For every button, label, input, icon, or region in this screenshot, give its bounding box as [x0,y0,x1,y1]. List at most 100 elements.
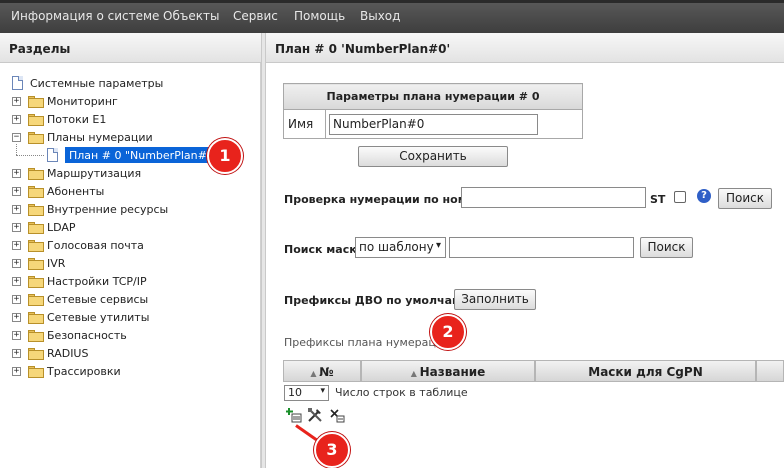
tree-item-label: Голосовая почта [47,239,144,252]
check-number-label: Проверка нумерации по номеру [284,193,490,206]
pane-splitter[interactable] [261,33,266,468]
tree-root-label: Системные параметры [30,77,164,90]
folder-icon [28,258,44,270]
expand-icon[interactable]: + [12,169,21,178]
collapse-icon[interactable]: − [12,133,21,142]
expand-icon[interactable]: + [12,115,21,124]
sections-title: Разделы [9,42,71,56]
tree-item-monitoring[interactable]: + Мониторинг [10,92,250,110]
params-table-header: Параметры плана нумерации # 0 [283,83,583,110]
prefixes-title: Префиксы плана нумерации [284,336,451,349]
check-search-button[interactable]: Поиск [718,188,772,209]
expand-icon[interactable]: + [12,97,21,106]
tree-item-label: LDAP [47,221,76,234]
dvo-prefixes-label: Префиксы ДВО по умолчанию [284,294,479,307]
column-cgpn-label: Маски для CgPN [588,365,703,379]
tree-item-ldap[interactable]: + LDAP [10,218,250,236]
mask-mode-value: по шаблону [359,240,434,254]
fill-button[interactable]: Заполнить [454,289,536,310]
menu-system-info[interactable]: Информация о системе [11,9,159,23]
expand-icon[interactable]: + [12,205,21,214]
tree-item-label: Настройки TCP/IP [47,275,147,288]
add-row-icon[interactable] [286,407,302,423]
folder-icon [28,294,44,306]
tree-item-label: Внутренние ресурсы [47,203,169,216]
tree-item-label: Безопасность [47,329,127,342]
check-number-input[interactable] [461,187,646,208]
tree-item-network-services[interactable]: + Сетевые сервисы [10,290,250,308]
column-number-label: № [319,365,334,379]
menu-exit[interactable]: Выход [360,9,400,23]
plan-name-input[interactable]: NumberPlan#0 [329,114,538,135]
st-checkbox[interactable] [674,191,686,203]
folder-icon [28,114,44,126]
tree-item-tracing[interactable]: + Трассировки [10,362,250,380]
sections-header: Разделы [0,33,261,63]
tree-item-internal-resources[interactable]: + Внутренние ресурсы [10,200,250,218]
tree-item-label: RADIUS [47,347,89,360]
tree-item-ivr[interactable]: + IVR [10,254,250,272]
chevron-down-icon: ▾ [435,240,441,251]
rows-per-page-select[interactable]: 10 ▾ [284,385,329,401]
expand-icon[interactable]: + [12,367,21,376]
folder-icon [28,348,44,360]
menu-service[interactable]: Сервис [233,9,278,23]
column-extra[interactable] [756,360,784,382]
folder-icon [28,222,44,234]
expand-icon[interactable]: + [12,223,21,232]
expand-icon[interactable]: + [12,277,21,286]
tree-item-network-utils[interactable]: + Сетевые утилиты [10,308,250,326]
mask-search-button[interactable]: Поиск [640,237,693,258]
folder-icon [28,276,44,288]
tree-item-label: Мониторинг [47,95,118,108]
column-number[interactable]: ▲ № [283,360,361,382]
save-button[interactable]: Сохранить [358,146,508,167]
callout-badge-3: 3 [314,432,350,468]
expand-icon[interactable]: + [12,331,21,340]
plan-header: План # 0 'NumberPlan#0' [266,33,784,63]
folder-icon [28,330,44,342]
help-icon[interactable]: ? [697,189,711,203]
column-cgpn-masks[interactable]: Маски для CgPN [535,360,756,382]
tree-item-tcpip[interactable]: + Настройки TCP/IP [10,272,250,290]
expand-icon[interactable]: + [12,313,21,322]
tree-item-label: IVR [47,257,66,270]
menubar-top-strip [0,0,784,3]
tree-item-security[interactable]: + Безопасность [10,326,250,344]
tools-icon[interactable] [307,407,323,423]
tree-item-e1-streams[interactable]: + Потоки E1 [10,110,250,128]
expand-icon[interactable]: + [12,259,21,268]
expand-icon[interactable]: + [12,349,21,358]
sort-arrow-icon: ▲ [310,369,320,378]
tree-item-label: Трассировки [47,365,121,378]
tree-item-label: Сетевые утилиты [47,311,150,324]
folder-icon [28,366,44,378]
column-name[interactable]: ▲ Название [361,360,535,382]
delete-row-icon[interactable] [329,407,345,423]
document-icon [47,148,58,162]
chevron-down-icon: ▾ [320,386,325,396]
expand-icon[interactable]: + [12,295,21,304]
mask-search-input[interactable] [449,237,634,258]
tree-connector [16,155,44,156]
expand-icon[interactable]: + [12,241,21,250]
plan-title: План # 0 'NumberPlan#0' [275,42,451,56]
name-label: Имя [283,109,326,139]
tree-item-radius[interactable]: + RADIUS [10,344,250,362]
tree-item-subscribers[interactable]: + Абоненты [10,182,250,200]
menu-objects[interactable]: Объекты [163,9,219,23]
callout-badge-1: 1 [207,138,243,174]
tree-item-label: Планы нумерации [47,131,153,144]
mask-mode-select[interactable]: по шаблону ▾ [355,237,446,258]
mask-search-label: Поиск маски [284,243,365,256]
expand-icon[interactable]: + [12,187,21,196]
tree-item-label: Абоненты [47,185,105,198]
callout-badge-2: 2 [430,314,466,350]
menu-help[interactable]: Помощь [294,9,345,23]
tree-item-voicemail[interactable]: + Голосовая почта [10,236,250,254]
st-label: ST [650,193,666,206]
tree-root-system-params[interactable]: Системные параметры [10,74,250,92]
rows-per-page-label: Число строк в таблице [335,386,468,399]
tree-selected-label[interactable]: План # 0 "NumberPlan#0" [65,147,223,163]
folder-icon [28,204,44,216]
